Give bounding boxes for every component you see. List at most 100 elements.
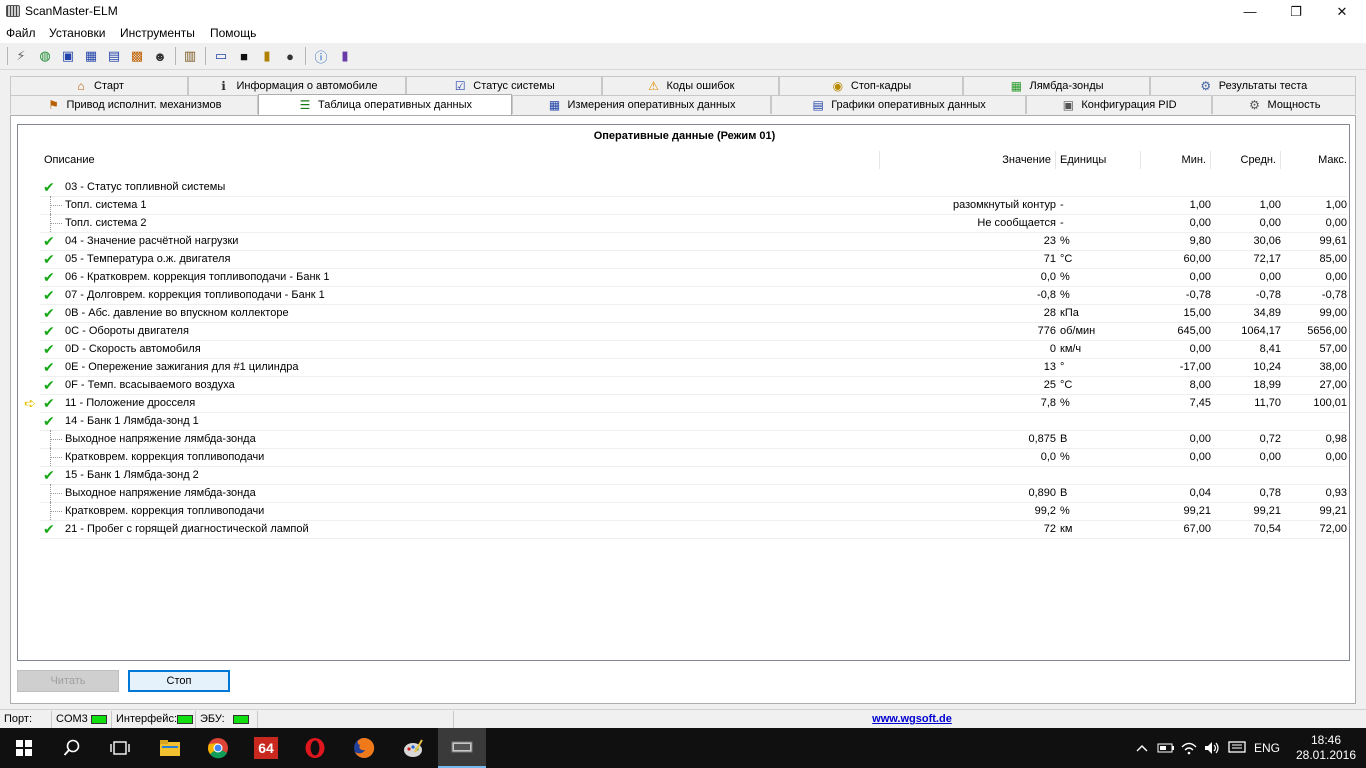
globe-icon[interactable]: ◍ — [36, 47, 54, 65]
checkmark-icon: ✔ — [43, 467, 55, 483]
column-header-value[interactable]: Значение — [880, 151, 1056, 169]
column-header-units[interactable]: Единицы — [1056, 151, 1141, 169]
scanmaster-taskbar-button[interactable] — [438, 728, 486, 768]
table-row[interactable]: Топл. система 1 разомкнутый контур - 1,00 1,… — [40, 196, 1347, 215]
tray-expand-icon[interactable] — [1131, 728, 1153, 768]
tab-error-codes[interactable]: ⚠ Коды ошибок — [602, 76, 779, 95]
engine-icon: ⚙ — [1249, 98, 1260, 112]
multi-chart-icon[interactable]: ▩ — [128, 47, 146, 65]
column-header-avg[interactable]: Средн. — [1211, 151, 1281, 169]
tab-start[interactable]: ⌂ Старт — [10, 76, 188, 95]
connect-icon[interactable]: ⚡ — [12, 47, 30, 65]
tab-live-data-table[interactable]: ☰ Таблица оперативных данных — [258, 94, 512, 115]
battery-icon[interactable]: ▮ — [258, 47, 276, 65]
menu-tools[interactable]: Инструменты — [120, 26, 195, 40]
website-link[interactable]: www.wgsoft.de — [872, 713, 952, 725]
info-icon[interactable]: ⓘ — [312, 47, 330, 65]
chart-icon[interactable]: ▤ — [105, 47, 123, 65]
tray-clock[interactable]: 18:46 28.01.2016 — [1286, 728, 1366, 768]
column-header-min[interactable]: Мин. — [1141, 151, 1211, 169]
tab-test-results[interactable]: ⚙ Результаты теста — [1150, 76, 1356, 95]
chrome-icon[interactable] — [194, 728, 242, 768]
tab-actuators[interactable]: ⚑ Привод исполнит. механизмов — [10, 95, 258, 114]
row-min: 15,00 — [1183, 307, 1211, 319]
row-value: разомкнутый контур — [952, 199, 1056, 211]
input-language[interactable]: ENG — [1250, 728, 1284, 768]
menu-file[interactable]: Файл — [6, 26, 36, 40]
terminal-icon[interactable]: ■ — [235, 47, 253, 65]
row-max: 99,61 — [1319, 235, 1347, 247]
tab-live-data-meters[interactable]: ▦ Измерения оперативных данных — [512, 95, 771, 114]
table-row[interactable]: ✔ 06 - Кратковрем. коррекция топливоподач… — [40, 269, 1347, 287]
notifications-tray-icon[interactable] — [1225, 728, 1249, 768]
opera-icon[interactable] — [291, 728, 339, 768]
tab-vehicle-info[interactable]: ℹ Информация о автомобиле — [188, 76, 406, 95]
app-icon — [6, 5, 20, 17]
checkmark-icon: ✔ — [43, 413, 55, 429]
live-data-grid[interactable]: Оперативные данные (Режим 01) Описание З… — [17, 124, 1350, 661]
minimize-button[interactable]: — — [1227, 0, 1273, 23]
table-row[interactable]: ✔ 0B - Абс. давление во впускном коллекто… — [40, 305, 1347, 323]
book-icon[interactable]: ▮ — [336, 47, 354, 65]
table-row[interactable]: Кратковрем. коррекция топливоподачи 0,0% 0… — [40, 448, 1347, 467]
row-min: 9,80 — [1189, 235, 1211, 247]
column-header-max[interactable]: Макс. — [1281, 151, 1351, 169]
row-units: - — [1060, 199, 1064, 211]
table-row[interactable]: ✔ 0C - Обороты двигателя 776 об/мин 645,00 10… — [40, 323, 1347, 341]
person-icon[interactable]: ☻ — [151, 47, 169, 65]
tab-live-data-graphs[interactable]: ▤ Графики оперативных данных — [771, 95, 1026, 114]
volume-tray-icon[interactable] — [1201, 728, 1223, 768]
table-row[interactable]: Топл. система 2 Не сообщается - 0,00 0,00 0,0… — [40, 214, 1347, 233]
close-button[interactable]: ✕ — [1319, 0, 1365, 23]
table-row[interactable]: ✔ 03 - Статус топливной системы — [40, 179, 1347, 197]
menu-settings[interactable]: Установки — [49, 26, 105, 40]
table-row[interactable]: ✔ 0E - Опережение зажигания для #1 цилинд… — [40, 359, 1347, 377]
table-row[interactable]: ✔ 05 - Температура о.ж. двигателя 71 °C 60,0… — [40, 251, 1347, 269]
table-row[interactable]: ✔ 04 - Значение расчётной нагрузки 23% 9,80… — [40, 233, 1347, 251]
table-row[interactable]: Кратковрем. коррекция топливоподачи 99,2%… — [40, 502, 1347, 521]
start-button[interactable] — [0, 728, 48, 768]
checkmark-icon: ✔ — [43, 305, 55, 321]
tab-freeze-frames[interactable]: ◉ Стоп-кадры — [779, 76, 963, 95]
app-64-icon[interactable]: 64 — [242, 728, 290, 768]
tab-system-status[interactable]: ☑ Статус системы — [406, 76, 602, 95]
clipboard-icon[interactable]: ▥ — [181, 47, 199, 65]
table-icon[interactable]: ▦ — [82, 47, 100, 65]
tab-power[interactable]: ⚙ Мощность — [1212, 95, 1356, 114]
file-explorer-icon[interactable] — [146, 728, 194, 768]
table-row[interactable]: ✔ 15 - Банк 1 Лямбда-зонд 2 — [40, 467, 1347, 485]
record-icon[interactable]: ● — [281, 47, 299, 65]
table-row[interactable]: Выходное напряжение лямбда-зонда 0,890 В 0,… — [40, 484, 1347, 503]
table-row[interactable]: ✔ 21 - Пробег с горящей диагностической л… — [40, 521, 1347, 539]
battery-tray-icon[interactable] — [1155, 728, 1177, 768]
checkmark-icon: ✔ — [43, 341, 55, 357]
stop-button[interactable]: Стоп — [128, 670, 230, 692]
firefox-icon[interactable] — [340, 728, 388, 768]
task-view-icon[interactable] — [96, 728, 144, 768]
read-button[interactable]: Читать — [17, 670, 119, 692]
row-min: 0,00 — [1189, 343, 1211, 355]
row-units: об/мин — [1060, 325, 1096, 337]
row-units — [1060, 413, 1140, 430]
row-units: % — [1060, 289, 1070, 301]
table-row[interactable]: ✔ 11 - Положение дросселя 7,8% 7,45 11,70 100… — [40, 395, 1347, 413]
table-row[interactable]: Выходное напряжение лямбда-зонда 0,875 В 0,… — [40, 430, 1347, 449]
table-row[interactable]: ✔ 0F - Темп. всасываемого воздуха 25 °C 8,00… — [40, 377, 1347, 395]
tab-lambda-sensors[interactable]: ▦ Лямбда-зонды — [963, 76, 1150, 95]
tab-pid-config[interactable]: ▣ Конфигурация PID — [1026, 95, 1212, 114]
paint-icon[interactable] — [389, 728, 437, 768]
toolbar-separator — [7, 47, 8, 65]
grid-icon: ▦ — [548, 98, 561, 112]
actuator-icon: ⚑ — [48, 98, 59, 112]
chip-icon[interactable]: ▣ — [59, 47, 77, 65]
wifi-tray-icon[interactable] — [1178, 728, 1200, 768]
row-min: 60,00 — [1183, 253, 1211, 265]
maximize-button[interactable]: ❐ — [1273, 0, 1319, 23]
menu-help[interactable]: Помощь — [210, 26, 256, 40]
table-row[interactable]: ✔ 07 - Долговрем. коррекция топливоподачи… — [40, 287, 1347, 305]
search-icon[interactable] — [48, 728, 96, 768]
column-header-description[interactable]: Описание — [40, 151, 880, 169]
table-row[interactable]: ✔ 14 - Банк 1 Лямбда-зонд 1 — [40, 413, 1347, 431]
monitor-icon[interactable]: ▭ — [212, 47, 230, 65]
table-row[interactable]: ✔ 0D - Скорость автомобиля 0 км/ч 0,00 8,41 57… — [40, 341, 1347, 359]
